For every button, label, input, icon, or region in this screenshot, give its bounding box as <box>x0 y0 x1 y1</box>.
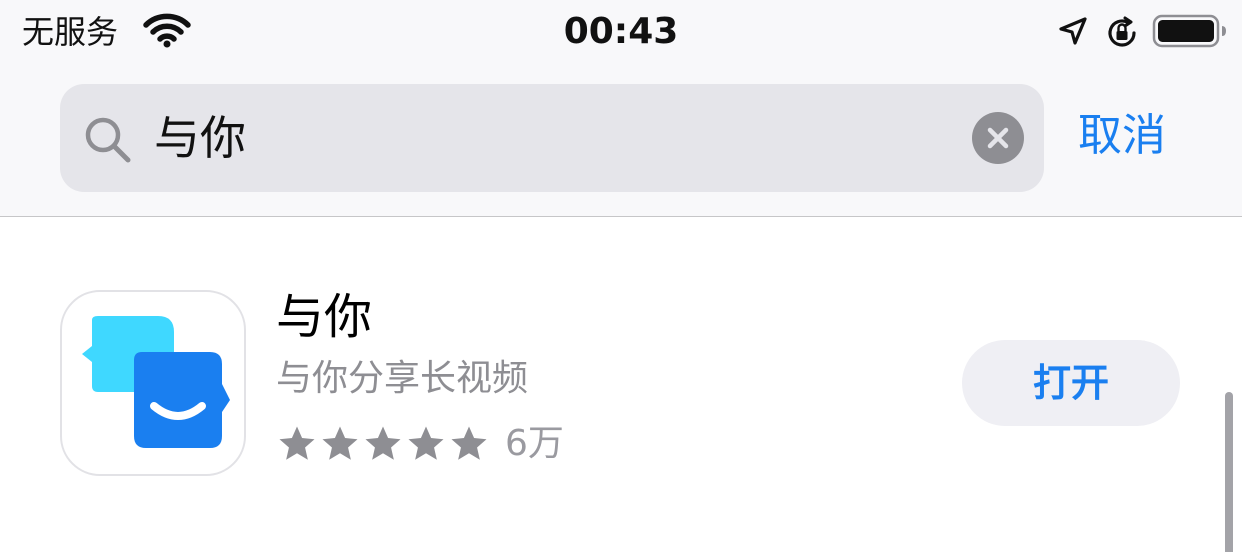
chat-bubbles-logo-icon <box>82 316 230 448</box>
star-icon <box>365 426 401 460</box>
rating-stars: 6万 <box>276 420 564 468</box>
orientation-lock-icon <box>1108 16 1136 47</box>
open-button[interactable]: 打开 <box>962 340 1180 426</box>
cancel-button[interactable]: 取消 <box>1078 108 1166 164</box>
search-field[interactable]: 与你 <box>60 84 1044 192</box>
close-icon <box>987 127 1009 149</box>
star-icon <box>322 426 358 460</box>
rating-count: 6万 <box>505 423 564 464</box>
app-store-search-screen: 无服务 00:43 与你 取消 与你 与你分享长视频 6万 打开 <box>0 0 1242 552</box>
app-icon[interactable] <box>60 290 246 476</box>
status-time: 00:43 <box>563 11 679 52</box>
header-area: 无服务 00:43 与你 取消 <box>0 0 1242 216</box>
scrollbar[interactable] <box>1225 392 1233 552</box>
header-divider <box>0 216 1242 217</box>
search-input[interactable]: 与你 <box>154 110 246 166</box>
battery-icon <box>1152 14 1226 48</box>
wifi-icon <box>143 13 191 48</box>
location-arrow-icon <box>1059 17 1087 45</box>
app-name[interactable]: 与你 <box>276 288 372 346</box>
star-icon <box>279 426 315 460</box>
carrier-label: 无服务 <box>22 13 119 51</box>
star-icon <box>451 426 487 460</box>
search-icon <box>85 117 131 163</box>
star-icon <box>408 426 444 460</box>
clear-search-button[interactable] <box>972 112 1024 164</box>
app-subtitle: 与你分享长视频 <box>276 358 529 399</box>
